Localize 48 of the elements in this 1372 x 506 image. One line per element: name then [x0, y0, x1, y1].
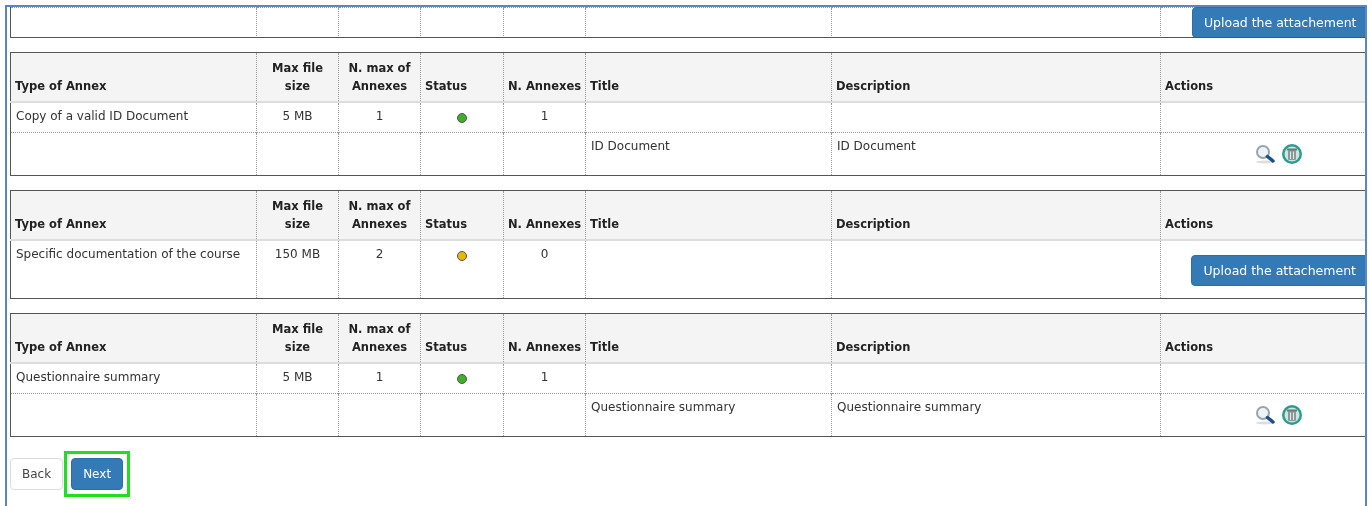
- column-header: Status: [425, 340, 468, 354]
- table-cell: 5 MB: [282, 109, 313, 123]
- column-header: Actions: [1165, 79, 1214, 93]
- upload-button[interactable]: Upload the attachement: [1191, 7, 1365, 37]
- trash-icon[interactable]: [1281, 404, 1303, 426]
- column-header: Actions: [1165, 340, 1214, 354]
- table-cell: 2: [375, 247, 384, 261]
- column-header: N. Annexes: [507, 340, 582, 354]
- upload-button[interactable]: Upload the attachement: [1191, 255, 1365, 286]
- next-button[interactable]: Next: [71, 458, 124, 490]
- table-cell: Questionnaire summary: [16, 370, 161, 384]
- column-header: Type of Annex: [15, 340, 107, 354]
- column-header: Title: [590, 340, 620, 354]
- table-cell: 5 MB: [282, 370, 313, 384]
- column-header: Status: [425, 217, 468, 231]
- column-header: N. Annexes: [507, 79, 582, 93]
- table-cell: 1: [540, 370, 549, 384]
- column-header: Description: [836, 79, 911, 93]
- column-header: Title: [590, 217, 620, 231]
- search-icon[interactable]: [1255, 144, 1277, 164]
- column-header: N. Annexes: [507, 217, 582, 231]
- table-cell: 1: [540, 109, 549, 123]
- column-header: N. max of Annexes: [348, 199, 411, 231]
- column-header: N. max of Annexes: [348, 61, 411, 93]
- column-header: Max file size: [272, 199, 323, 231]
- trash-icon[interactable]: [1281, 143, 1303, 165]
- column-header: N. max of Annexes: [348, 322, 411, 354]
- column-header: Status: [425, 79, 468, 93]
- table-cell: Questionnaire summary: [837, 400, 982, 414]
- column-header: Type of Annex: [15, 217, 107, 231]
- column-header: Type of Annex: [15, 79, 107, 93]
- column-header: Title: [590, 79, 620, 93]
- table-cell: Specific documentation of the course: [16, 247, 241, 261]
- table-cell: ID Document: [591, 139, 670, 153]
- table-cell: Questionnaire summary: [591, 400, 736, 414]
- table-cell: 150 MB: [274, 247, 321, 261]
- table-cell: 1: [375, 370, 384, 384]
- table-cell: 0: [540, 247, 549, 261]
- back-button[interactable]: Back: [10, 458, 64, 490]
- table-cell: Copy of a valid ID Document: [16, 109, 189, 123]
- column-header: Max file size: [272, 322, 323, 354]
- search-icon[interactable]: [1255, 405, 1277, 425]
- table-cell: ID Document: [837, 139, 916, 153]
- column-header: Actions: [1165, 217, 1214, 231]
- column-header: Description: [836, 340, 911, 354]
- column-header: Max file size: [272, 61, 323, 93]
- table-cell: 1: [375, 109, 384, 123]
- column-header: Description: [836, 217, 911, 231]
